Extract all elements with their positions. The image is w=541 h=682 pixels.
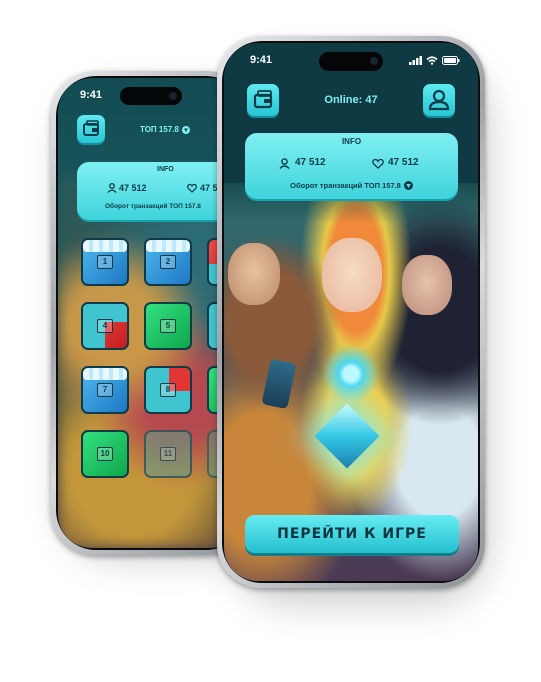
front-phone: 9:41 Online: 47 INFO 47 512 47 512 Оборо… xyxy=(217,36,485,588)
tile-number: 11 xyxy=(160,447,176,461)
turnover-text: Оборот транзакций ТОП 157.8 xyxy=(105,203,201,210)
top-balance: ТОП 157.8 xyxy=(140,125,190,134)
users-count: 47 512 xyxy=(119,183,147,193)
tile-number: 2 xyxy=(160,255,176,269)
tile-number: 7 xyxy=(97,383,113,397)
tile-number: 8 xyxy=(160,383,176,397)
likes-count: 47 5 xyxy=(200,183,218,193)
level-tile[interactable]: 7 xyxy=(81,366,129,414)
status-time: 9:41 xyxy=(80,89,103,101)
heart-icon xyxy=(372,158,384,169)
user-icon xyxy=(107,183,117,193)
status-bar: 9:41 xyxy=(224,53,478,69)
likes-count: 47 512 xyxy=(388,157,419,168)
tile-number: 4 xyxy=(97,319,113,333)
status-time: 9:41 xyxy=(250,54,273,66)
info-title: INFO xyxy=(157,166,174,173)
level-tile[interactable]: 8 xyxy=(144,366,192,414)
level-tile[interactable]: 2 xyxy=(144,238,192,286)
tile-number: 1 xyxy=(97,255,113,269)
center-character-face xyxy=(322,238,382,312)
right-character-face xyxy=(402,255,452,315)
profile-button[interactable] xyxy=(423,84,455,116)
battery-icon xyxy=(442,56,460,65)
level-tile[interactable]: 4 xyxy=(81,302,129,350)
tile-number: 10 xyxy=(97,447,113,461)
wifi-icon xyxy=(426,56,438,65)
front-phone-screen: 9:41 Online: 47 INFO 47 512 47 512 Оборо… xyxy=(224,43,478,581)
turnover-row: Оборот транзакций ТОП 157.8 xyxy=(245,181,458,190)
level-tile[interactable]: 10 xyxy=(81,430,129,478)
users-count: 47 512 xyxy=(295,157,326,168)
wallet-icon xyxy=(83,120,99,136)
ton-coin-icon xyxy=(181,125,190,134)
turnover-text: Оборот транзакций ТОП 157.8 xyxy=(290,181,401,190)
level-tile[interactable]: 5 xyxy=(144,302,192,350)
info-title: INFO xyxy=(341,137,362,146)
user-icon xyxy=(279,158,290,169)
top-balance-label: ТОП 157.8 xyxy=(140,125,179,134)
level-tile[interactable]: 11 xyxy=(144,430,192,478)
status-icons xyxy=(409,56,460,65)
play-game-button[interactable]: ПЕРЕЙТИ К ИГРЕ xyxy=(245,515,459,553)
tile-number: 5 xyxy=(160,319,176,333)
level-tile[interactable]: 1 xyxy=(81,238,129,286)
heart-icon xyxy=(187,183,197,193)
wallet-button[interactable] xyxy=(77,115,105,143)
info-card: INFO 47 512 47 512 Оборот транзакций ТОП… xyxy=(245,133,458,199)
profile-icon xyxy=(428,89,450,111)
signal-icon xyxy=(409,56,422,65)
left-character-face xyxy=(228,243,280,305)
ton-coin-icon xyxy=(403,181,413,190)
